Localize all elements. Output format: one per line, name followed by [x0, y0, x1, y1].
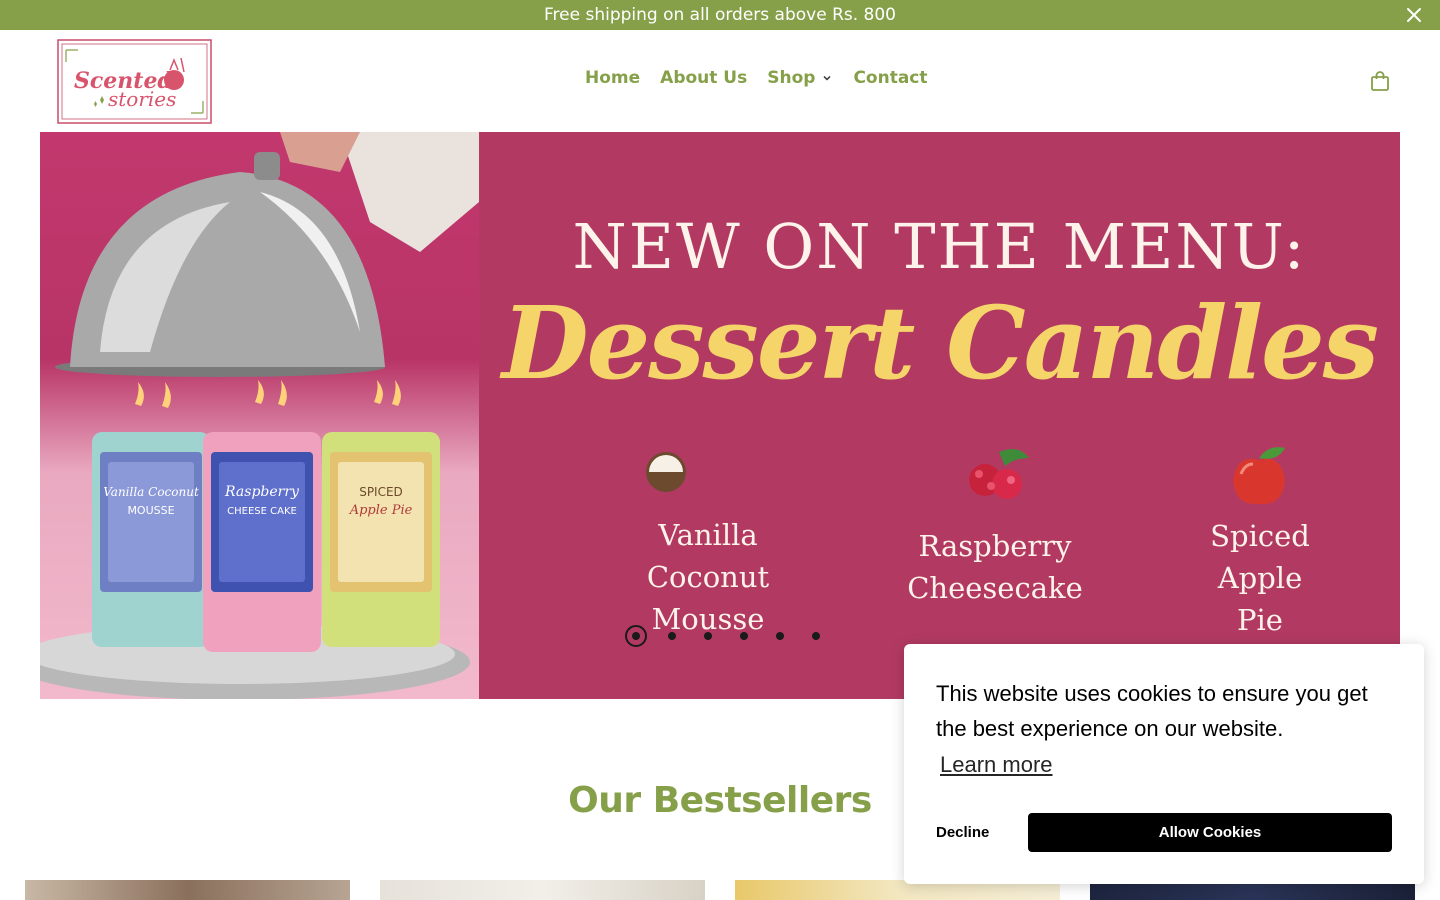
nav-contact[interactable]: Contact	[853, 68, 927, 88]
jar-raspberry-top: Raspberry	[224, 484, 300, 500]
raspberry-icon	[969, 449, 1029, 499]
nav-about-us-label: About Us	[660, 68, 748, 88]
nav-about-us[interactable]: About Us	[660, 68, 747, 88]
announcement-bar: Free shipping on all orders above Rs. 80…	[0, 0, 1440, 30]
flavor-apple: Spiced Apple Pie	[1145, 515, 1375, 641]
hero-product-photo: Vanilla Coconut MOUSSE Raspberry CHEESE …	[40, 132, 479, 699]
jar-vanilla-top: Vanilla Coconut	[103, 485, 199, 499]
jar-raspberry: Raspberry CHEESE CAKE	[203, 380, 321, 652]
coconut-icon	[646, 452, 686, 492]
jar-apple-top: SPICED	[359, 485, 403, 499]
jar-apple: SPICED Apple Pie	[322, 380, 440, 647]
slide-dot-4[interactable]	[726, 624, 762, 648]
close-icon[interactable]	[1404, 5, 1424, 25]
candles-photo: Vanilla Coconut MOUSSE Raspberry CHEESE …	[40, 132, 479, 699]
slide-dot-5[interactable]	[762, 624, 798, 648]
apple-icon	[1233, 447, 1285, 505]
chevron-down-icon	[823, 75, 831, 81]
hero-slideshow[interactable]: Vanilla Coconut MOUSSE Raspberry CHEESE …	[40, 132, 1400, 699]
jar-raspberry-bottom: CHEESE CAKE	[227, 506, 297, 517]
nav-shop[interactable]: Shop	[767, 68, 833, 88]
slide-dot-3[interactable]	[690, 624, 726, 648]
site-header: Scented stories Home About Us Shop Conta…	[0, 30, 1440, 132]
product-card[interactable]	[25, 880, 350, 900]
slide-dot-2[interactable]	[654, 624, 690, 648]
learn-more-link[interactable]: Learn more	[940, 752, 1053, 778]
flavor-vanilla-line1: Vanilla	[658, 518, 758, 552]
nav-contact-label: Contact	[853, 68, 928, 88]
announcement-text: Free shipping on all orders above Rs. 80…	[543, 5, 896, 25]
logo-text-bottom: stories	[108, 87, 176, 111]
flavor-raspberry: Raspberry Cheesecake	[877, 525, 1113, 609]
jar-apple-bottom: Apple Pie	[349, 503, 413, 518]
flavor-raspberry-line1: Raspberry	[918, 529, 1072, 563]
cookie-message: This website uses cookies to ensure you …	[936, 681, 1368, 741]
product-card[interactable]	[380, 880, 705, 900]
brand-logo[interactable]: Scented stories	[56, 38, 213, 125]
shopping-bag-icon[interactable]	[1369, 70, 1391, 92]
hero-script-title: Dessert Candles	[501, 284, 1379, 402]
slide-dot-6[interactable]	[798, 624, 834, 648]
allow-cookies-button[interactable]: Allow Cookies	[1028, 813, 1392, 852]
slide-dots	[618, 624, 834, 648]
nav-home-label: Home	[585, 68, 641, 88]
hero-headline: NEW ON THE MENU:	[572, 210, 1307, 283]
nav-home[interactable]: Home	[585, 68, 640, 88]
hero-text-panel: NEW ON THE MENU: Dessert Candles Vanilla…	[479, 132, 1400, 699]
flavor-vanilla: Vanilla Coconut Mousse	[593, 514, 823, 640]
slide-dot-1[interactable]	[618, 624, 654, 648]
flavor-raspberry-line2: Cheesecake	[907, 571, 1083, 605]
cookie-banner: This website uses cookies to ensure you …	[904, 644, 1424, 884]
jar-vanilla: Vanilla Coconut MOUSSE	[92, 382, 210, 647]
flavor-apple-line1: Spiced	[1210, 519, 1310, 553]
jar-vanilla-bottom: MOUSSE	[127, 504, 174, 517]
flavor-apple-line2: Apple	[1217, 561, 1303, 595]
flavor-vanilla-line2: Coconut	[646, 560, 770, 594]
decline-button[interactable]: Decline	[936, 813, 1026, 851]
flavor-apple-line3: Pie	[1237, 603, 1283, 637]
nav-shop-label: Shop	[767, 68, 816, 88]
main-nav: Home About Us Shop Contact	[585, 68, 928, 88]
